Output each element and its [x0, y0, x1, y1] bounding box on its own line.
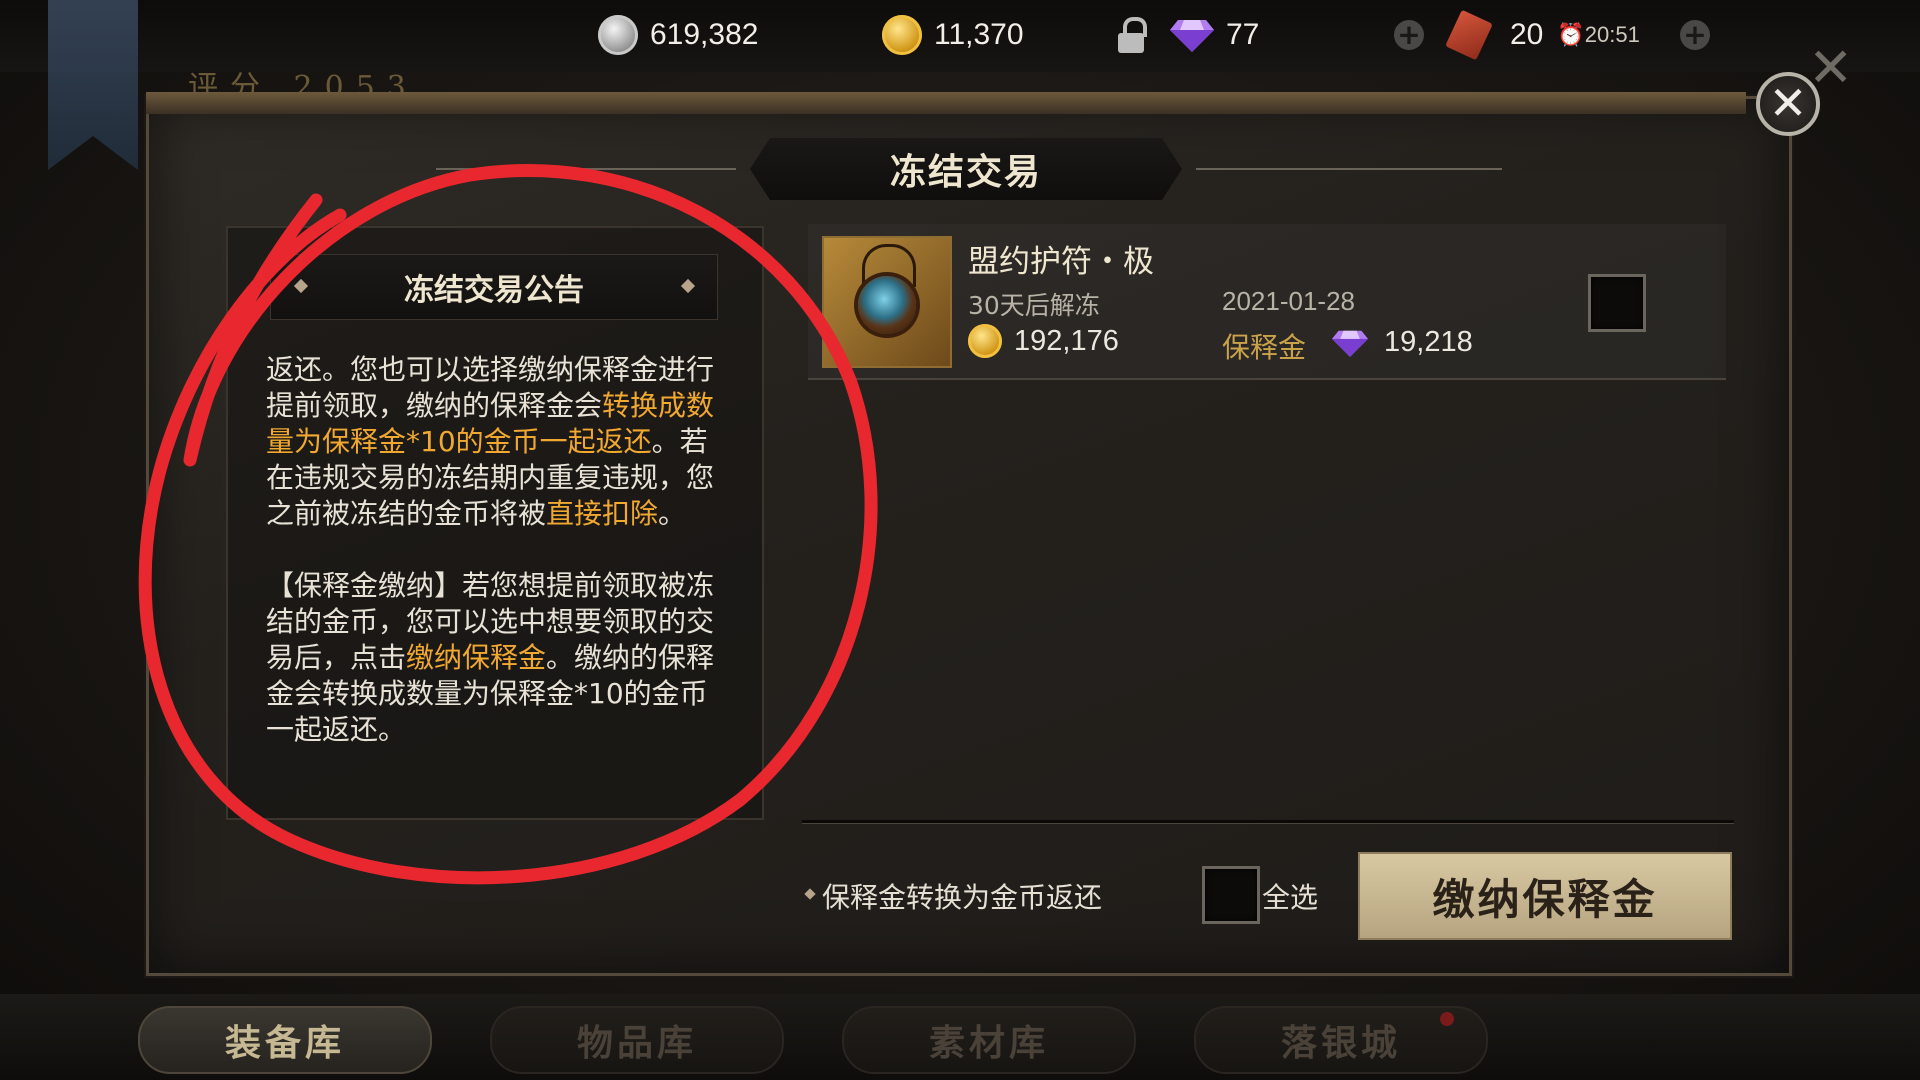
dialog-title-plate: 冻结交易 [750, 138, 1182, 200]
guild-banner[interactable] [48, 0, 138, 170]
lock-icon [1116, 17, 1147, 53]
item-icon-frame [822, 236, 952, 368]
dialog-top-border [146, 92, 1746, 114]
ticket-timer: 20:51 [1584, 22, 1640, 47]
notice-paragraph-1: 返还。您也可以选择缴纳保释金进行提前领取，缴纳的保释金会转换成数量为保释金*10… [266, 352, 716, 532]
title-divider-left [436, 168, 736, 170]
ticket-resource: 20 ⏰ 20:51 [1445, 9, 1640, 61]
diamond-amount: 77 [1226, 18, 1260, 51]
tab-label: 落银城 [1280, 1022, 1401, 1064]
silver-coin-icon [598, 15, 638, 55]
notice-highlight: 缴纳保释金 [406, 641, 547, 674]
silver-amount: 619,382 [650, 18, 759, 51]
notice-paragraph-2: 【保释金缴纳】若您想提前领取被冻结的金币，您可以选中想要领取的交易后，点击缴纳保… [266, 568, 716, 748]
plus-button-2[interactable]: + [1680, 10, 1710, 60]
trade-date: 2021-01-28 [1222, 286, 1355, 316]
close-button[interactable]: ✕ [1756, 72, 1820, 136]
tab-label: 装备库 [224, 1022, 345, 1064]
amulet-icon [858, 276, 916, 334]
gold-amount: 11,370 [934, 18, 1024, 51]
ticket-icon [1445, 9, 1493, 61]
pay-bail-button[interactable]: 缴纳保释金 [1358, 852, 1732, 940]
gold-coin-icon [968, 324, 1002, 358]
silver-resource: 619,382 [598, 10, 758, 60]
diamond-icon [1332, 330, 1368, 357]
frozen-gold-amount: 192,176 [1014, 324, 1119, 357]
select-all-checkbox[interactable] [1202, 866, 1260, 924]
plus-icon[interactable]: + [1680, 20, 1710, 50]
notification-dot [1440, 1012, 1454, 1026]
notice-text-run: 。 [658, 497, 687, 530]
gold-coin-icon [882, 15, 922, 55]
trade-checkbox[interactable] [1588, 274, 1646, 332]
bail-cost: 19,218 [1332, 326, 1473, 359]
clock-icon: ⏰ [1557, 22, 1585, 47]
notice-highlight: 直接扣除 [546, 497, 659, 530]
title-divider-right [1196, 168, 1502, 170]
dialog-title: 冻结交易 [889, 151, 1042, 193]
select-all-label[interactable]: 全选 [1262, 876, 1318, 916]
list-divider [802, 820, 1734, 824]
plus-button-1[interactable]: + [1394, 10, 1424, 60]
bail-conversion-note: 保释金转换为金币返还 [822, 881, 1103, 914]
unfreeze-time: 30天后解冻 [968, 291, 1100, 320]
bail-amount: 19,218 [1384, 326, 1473, 358]
tab-label: 素材库 [928, 1022, 1049, 1064]
tab-label: 物品库 [576, 1022, 697, 1064]
tab-items[interactable]: 物品库 [490, 1006, 784, 1074]
bail-label: 保释金 [1222, 331, 1307, 364]
notice-text: 返还。您也可以选择缴纳保释金进行提前领取，缴纳的保释金会转换成数量为保释金*10… [266, 352, 716, 748]
tab-equipment[interactable]: 装备库 [138, 1006, 432, 1074]
item-name: 盟约护符・极 [968, 244, 1154, 280]
tab-materials[interactable]: 素材库 [842, 1006, 1136, 1074]
diamond-resource: 77 [1116, 10, 1259, 60]
notice-title: 冻结交易公告 [404, 273, 584, 308]
notice-header: 冻结交易公告 [270, 254, 718, 320]
pay-bail-label: 缴纳保释金 [1432, 874, 1658, 924]
gold-resource: 11,370 [882, 10, 1024, 60]
frozen-gold: 192,176 [968, 324, 1119, 358]
ticket-amount: 20 [1510, 18, 1544, 51]
plus-icon[interactable]: + [1394, 20, 1424, 50]
diamond-icon [1170, 20, 1214, 52]
